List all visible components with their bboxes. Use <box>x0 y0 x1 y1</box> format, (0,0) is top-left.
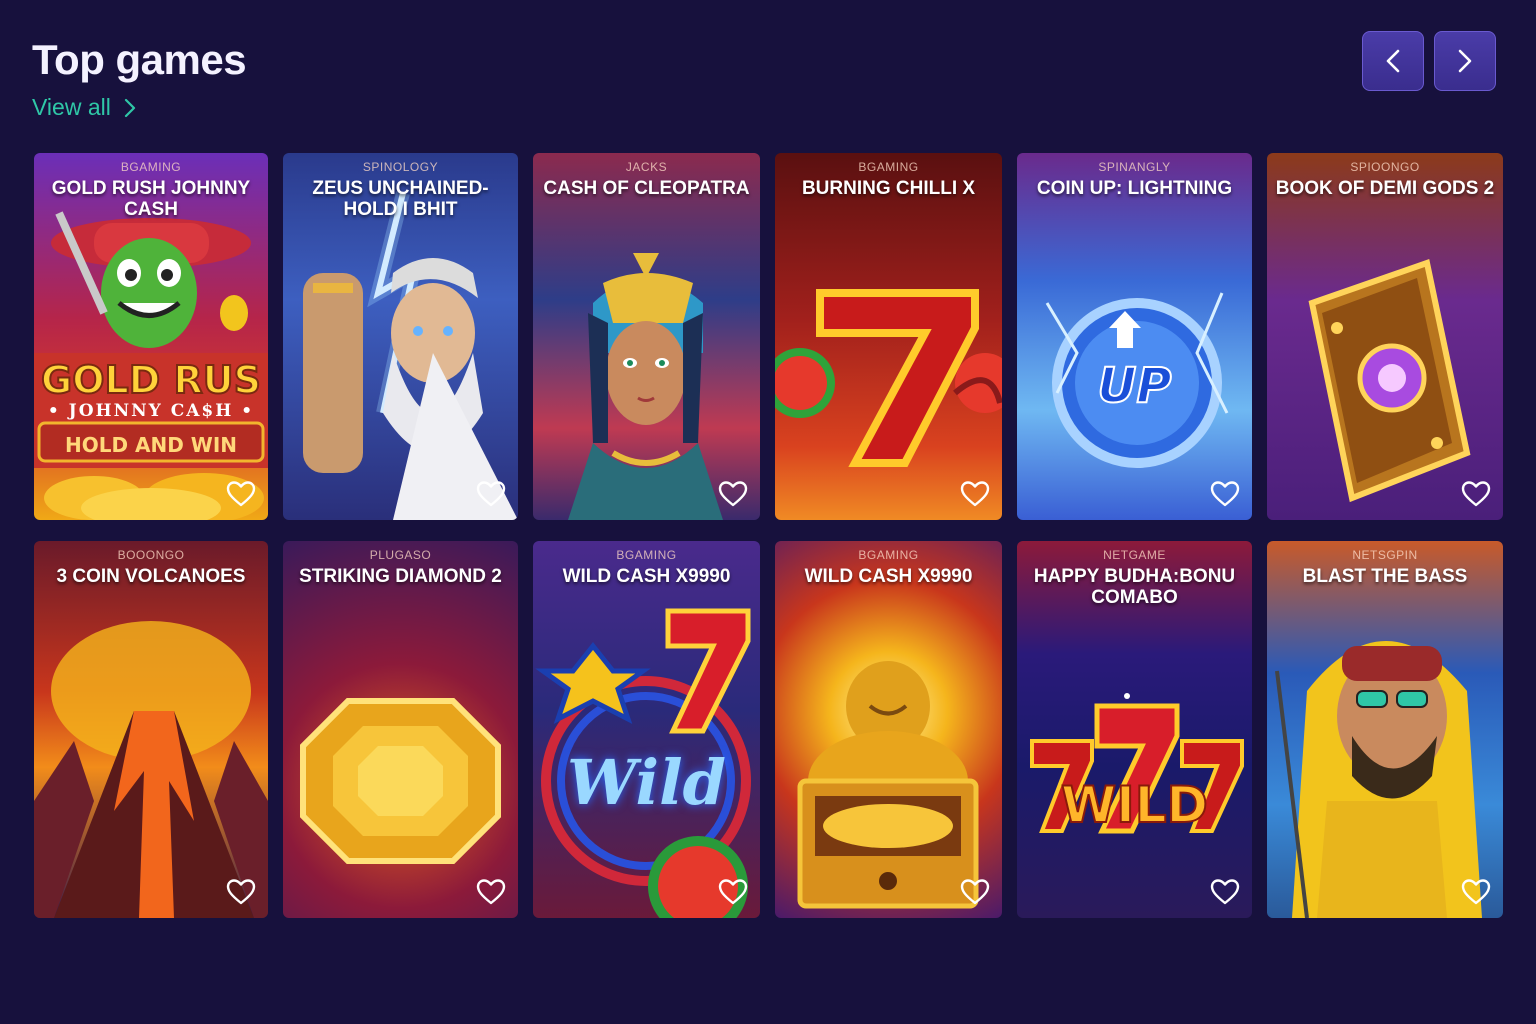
game-card[interactable]: BOOONGO 3 COIN VOLCANOES <box>34 541 268 918</box>
game-title: BOOK OF DEMI GODS 2 <box>1275 178 1495 199</box>
game-title: HAPPY BUDHA:BONU COMABO <box>1033 566 1236 608</box>
view-all-link[interactable]: View all <box>32 94 137 121</box>
art-title: Wild <box>567 746 726 819</box>
game-provider: BGAMING <box>120 160 182 174</box>
game-card[interactable]: WILD NETGAME HAPPY BUDHA:BONU COMABO <box>1017 541 1252 918</box>
game-card[interactable]: JACKS CASH OF CLEOPATRA <box>533 153 760 520</box>
chevron-left-icon <box>1386 49 1400 73</box>
game-title: GOLD RUSH JOHNNY CASH <box>51 178 251 220</box>
gem-icon <box>300 698 501 864</box>
favorite-heart-icon[interactable] <box>1461 878 1491 906</box>
view-all-label: View all <box>32 94 111 120</box>
cleopatra-icon <box>568 253 723 520</box>
section-header: Top games <box>32 36 247 84</box>
game-provider: BOOONGO <box>117 548 185 562</box>
chevron-right-icon <box>1458 49 1472 73</box>
seven-icon <box>775 289 1002 467</box>
game-provider: NETSGPIN <box>1352 548 1418 562</box>
art-title: UP <box>1096 357 1172 415</box>
art-title: WILD <box>1060 775 1209 835</box>
art-title: GOLD RUS <box>40 357 262 403</box>
game-card[interactable]: PLUGASO STRIKING DIAMOND 2 <box>283 541 518 918</box>
favorite-heart-icon[interactable] <box>960 480 990 508</box>
game-title: CASH OF CLEOPATRA <box>543 178 750 199</box>
favorite-heart-icon[interactable] <box>960 878 990 906</box>
favorite-heart-icon[interactable] <box>718 878 748 906</box>
coin-icon <box>1045 292 1229 468</box>
game-card[interactable]: GOLD RUS • JOHNNY CA$H • HOLD AND WIN BG… <box>34 153 268 520</box>
game-provider: SPIOONGO <box>1350 160 1420 174</box>
art-subtitle: • JOHNNY CA$H • <box>47 401 255 421</box>
game-provider: NETGAME <box>1103 548 1166 562</box>
game-title: WILD CASH X9990 <box>562 566 731 587</box>
fisherman-icon <box>1275 641 1482 918</box>
game-card[interactable]: BGAMING WILD CASH X9990 <box>775 541 1002 918</box>
game-card[interactable]: BGAMING BURNING CHILLI X <box>775 153 1002 520</box>
game-provider: BGAMING <box>616 548 677 562</box>
section-title: Top games <box>32 36 247 83</box>
wild-seven-icon <box>535 608 751 918</box>
game-card[interactable]: UP SPINANGLY COIN UP: LIGHTNING <box>1017 153 1252 520</box>
game-title: 3 COIN VOLCANOES <box>56 566 246 587</box>
game-title: BLAST THE BASS <box>1302 566 1468 587</box>
game-card[interactable]: NETSGPIN BLAST THE BASS <box>1267 541 1503 918</box>
favorite-heart-icon[interactable] <box>226 480 256 508</box>
carousel-nav <box>1362 31 1496 91</box>
favorite-heart-icon[interactable] <box>1210 878 1240 906</box>
game-provider: PLUGASO <box>369 548 432 562</box>
games-grid: GOLD RUS • JOHNNY CA$H • HOLD AND WIN BG… <box>34 153 1503 918</box>
game-provider: SPINANGLY <box>1098 160 1171 174</box>
game-title: COIN UP: LIGHTNING <box>1036 178 1233 199</box>
favorite-heart-icon[interactable] <box>1210 480 1240 508</box>
favorite-heart-icon[interactable] <box>476 480 506 508</box>
game-provider: JACKS <box>625 160 668 174</box>
game-title: WILD CASH X9990 <box>804 566 973 587</box>
game-provider: BGAMING <box>858 548 919 562</box>
next-button[interactable] <box>1434 31 1496 91</box>
game-title: ZEUS UNCHAINED-HOLD I BHIT <box>312 178 489 220</box>
book-icon <box>1308 259 1471 503</box>
game-card[interactable]: SPIOONGO BOOK OF DEMI GODS 2 <box>1267 153 1503 520</box>
chevron-right-icon <box>124 98 135 117</box>
game-provider: BGAMING <box>858 160 919 174</box>
favorite-heart-icon[interactable] <box>1461 480 1491 508</box>
game-card[interactable]: SPINOLOGY ZEUS UNCHAINED-HOLD I BHIT <box>283 153 518 520</box>
game-title: BURNING CHILLI X <box>801 178 976 199</box>
game-title: STRIKING DIAMOND 2 <box>299 566 502 587</box>
game-card[interactable]: Wild BGAMING WILD CASH X9990 <box>533 541 760 918</box>
game-provider: SPINOLOGY <box>362 160 439 174</box>
volcano-icon <box>34 621 268 918</box>
previous-button[interactable] <box>1362 31 1424 91</box>
favorite-heart-icon[interactable] <box>226 878 256 906</box>
favorite-heart-icon[interactable] <box>476 878 506 906</box>
buddha-icon <box>797 661 979 909</box>
art-tagline: HOLD AND WIN <box>64 433 238 457</box>
favorite-heart-icon[interactable] <box>718 480 748 508</box>
